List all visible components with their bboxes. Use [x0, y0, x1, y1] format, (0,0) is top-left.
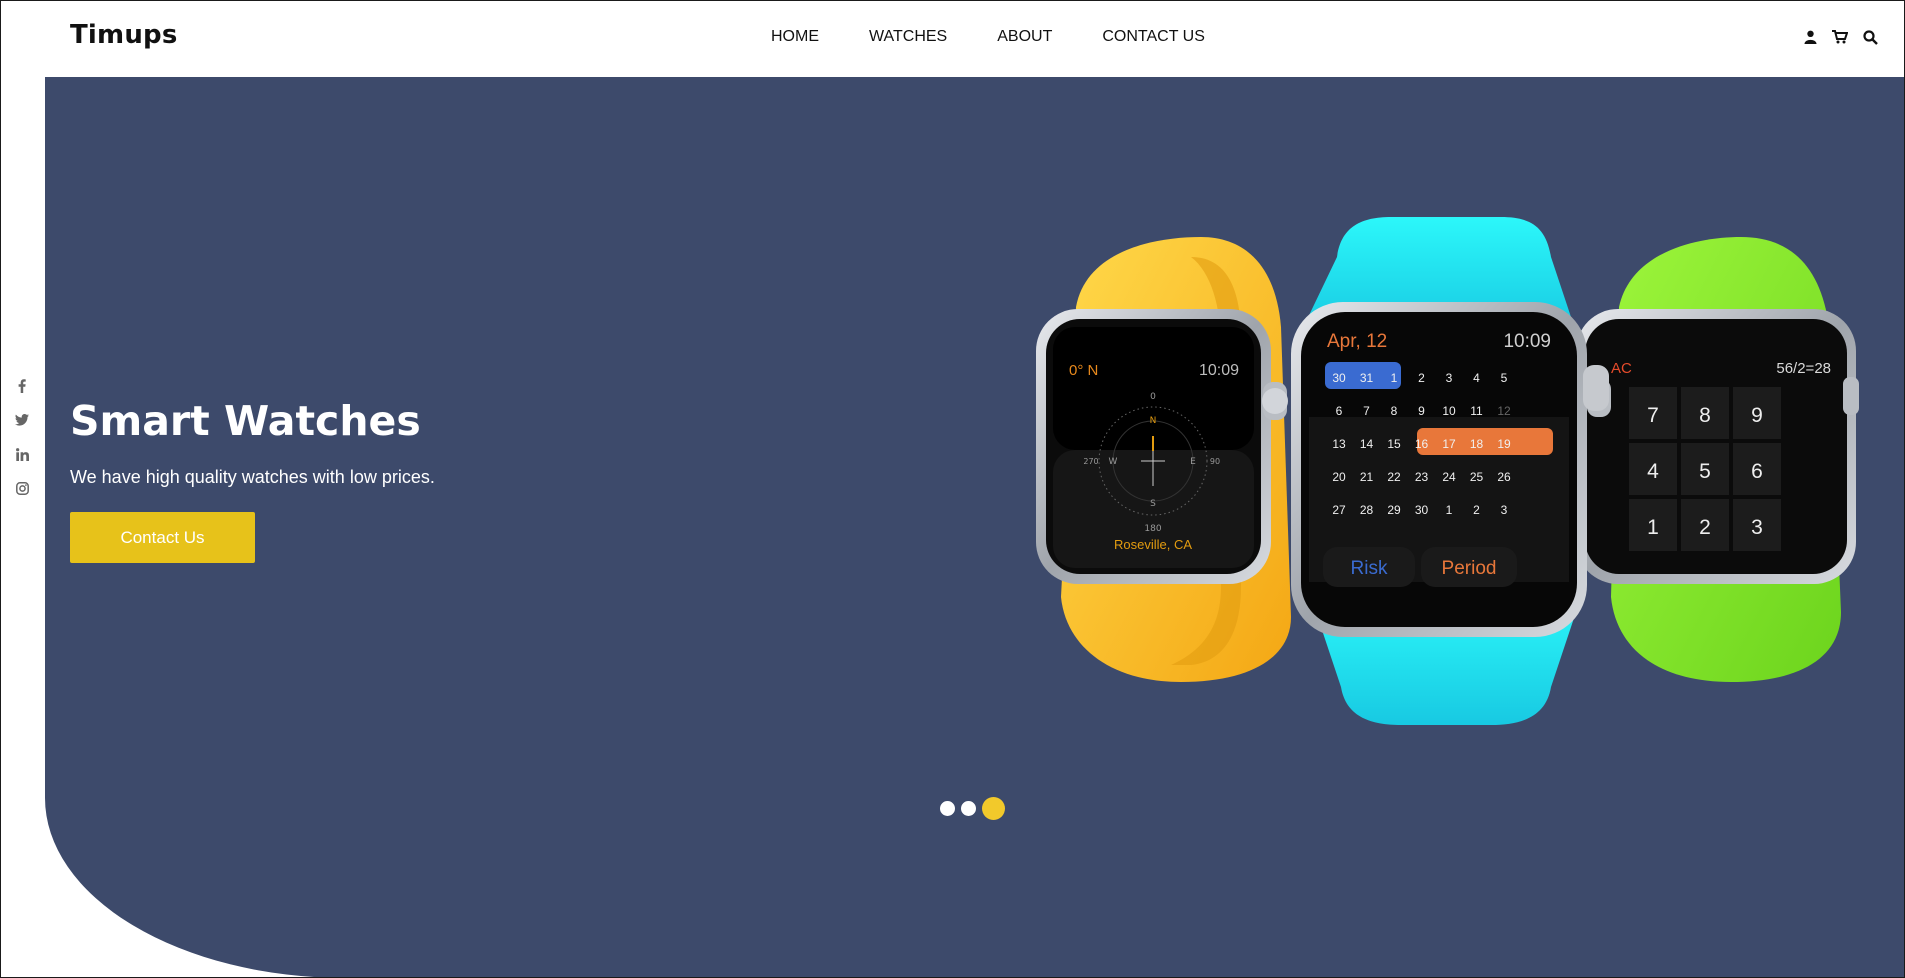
calendar-day: 11 — [1470, 404, 1483, 418]
calendar-day: 4 — [1473, 371, 1480, 385]
calendar-day: 15 — [1387, 437, 1401, 451]
nav-home[interactable]: HOME — [771, 28, 819, 46]
calc-key: 3 — [1751, 516, 1763, 539]
watch-cyan: Apr, 12 10:09 30 31 1 2 3 4 56 7 8 9 10 11 1213 14 15 1… — [1291, 217, 1609, 725]
calendar-day: 6 — [1336, 404, 1343, 418]
period-button: Period — [1442, 558, 1497, 579]
calendar-day: 5 — [1501, 371, 1508, 385]
calendar-day: 10 — [1442, 404, 1456, 418]
calendar-day: 8 — [1391, 404, 1398, 418]
calendar-day: 19 — [1497, 437, 1511, 451]
calc-key: 7 — [1647, 404, 1659, 427]
hero-subtitle: We have high quality watches with low pr… — [70, 467, 435, 487]
calendar-day: 26 — [1497, 470, 1511, 484]
center-watch-time: 10:09 — [1503, 331, 1551, 352]
calendar-day: 3 — [1446, 371, 1453, 385]
linkedin-icon[interactable] — [12, 444, 32, 464]
calendar-date: Apr, 12 — [1327, 331, 1387, 352]
svg-text:N: N — [1150, 416, 1157, 426]
watch-yellow: N W E S 0 180 270 90 0° N 10:09 Rosevill… — [1036, 237, 1291, 682]
calc-key: 8 — [1699, 404, 1711, 427]
calendar-day: 1 — [1391, 371, 1398, 385]
calendar-day: 21 — [1360, 470, 1374, 484]
heading-readout: 0° N — [1069, 362, 1098, 379]
svg-text:270: 270 — [1083, 457, 1098, 466]
calendar-day: 25 — [1470, 470, 1484, 484]
search-icon[interactable] — [1861, 28, 1879, 46]
calendar-day: 14 — [1360, 437, 1374, 451]
facebook-icon[interactable] — [12, 376, 32, 396]
header-icons — [1801, 28, 1879, 46]
calendar-day: 9 — [1418, 404, 1425, 418]
hero-banner: Smart Watches We have high quality watch… — [45, 77, 1905, 978]
svg-text:W: W — [1109, 457, 1118, 467]
calendar-day: 13 — [1332, 437, 1346, 451]
calendar-day: 27 — [1332, 503, 1346, 517]
carousel-dots — [940, 797, 1005, 820]
calendar-day: 20 — [1332, 470, 1346, 484]
calendar-day: 18 — [1470, 437, 1484, 451]
calendar-day: 3 — [1501, 503, 1508, 517]
calc-key: 5 — [1699, 460, 1711, 483]
calendar-day: 22 — [1387, 470, 1401, 484]
nav-contact-us[interactable]: CONTACT US — [1102, 28, 1205, 46]
location-label: Roseville, CA — [1114, 537, 1192, 552]
calc-key: 1 — [1647, 516, 1659, 539]
user-icon[interactable] — [1801, 28, 1819, 46]
calc-ac: AC — [1611, 360, 1632, 377]
calc-expression: 56/2=28 — [1776, 360, 1831, 377]
main-nav: HOME WATCHES ABOUT CONTACT US — [771, 28, 1205, 46]
svg-text:E: E — [1190, 457, 1196, 467]
calendar-day: 7 — [1363, 404, 1370, 418]
left-watch-time: 10:09 — [1199, 362, 1239, 379]
calendar-day: 12 — [1497, 404, 1511, 418]
calc-key: 4 — [1647, 460, 1659, 483]
calendar-day: 1 — [1446, 503, 1453, 517]
instagram-icon[interactable] — [12, 478, 32, 498]
watch-green: AC 56/2=28 7 8 9 4 5 6 1 2 3 — [1576, 237, 1859, 682]
hero-title: Smart Watches — [70, 397, 421, 445]
calendar-day: 23 — [1415, 470, 1429, 484]
smart-watches-image: N W E S 0 180 270 90 0° N 10:09 Rosevill… — [1036, 217, 1859, 725]
calendar-day: 28 — [1360, 503, 1374, 517]
carousel-dot-3[interactable] — [982, 797, 1005, 820]
site-header: Timups HOME WATCHES ABOUT CONTACT US — [0, 0, 1905, 77]
nav-about[interactable]: ABOUT — [997, 28, 1052, 46]
site-logo[interactable]: Timups — [70, 20, 178, 50]
carousel-dot-1[interactable] — [940, 801, 955, 816]
svg-text:180: 180 — [1144, 524, 1161, 534]
calendar-day: 2 — [1418, 371, 1425, 385]
calendar-day: 31 — [1360, 371, 1374, 385]
contact-us-button[interactable]: Contact Us — [70, 512, 255, 563]
calendar-day: 30 — [1332, 371, 1346, 385]
calendar-day: 24 — [1442, 470, 1456, 484]
nav-watches[interactable]: WATCHES — [869, 28, 947, 46]
carousel-dot-2[interactable] — [961, 801, 976, 816]
risk-button: Risk — [1351, 558, 1388, 579]
twitter-icon[interactable] — [12, 410, 32, 430]
calc-key: 2 — [1699, 516, 1711, 539]
svg-text:S: S — [1150, 499, 1156, 509]
calendar-day: 16 — [1415, 437, 1429, 451]
calendar-day: 2 — [1473, 503, 1480, 517]
calc-key: 9 — [1751, 404, 1763, 427]
calendar-day: 17 — [1442, 437, 1456, 451]
social-links — [12, 376, 32, 498]
calculator-keypad: 7 8 9 4 5 6 1 2 3 — [1629, 387, 1781, 551]
calendar-day: 30 — [1415, 503, 1429, 517]
svg-text:90: 90 — [1210, 457, 1220, 466]
calc-key: 6 — [1751, 460, 1763, 483]
calendar-day: 29 — [1387, 503, 1401, 517]
svg-text:0: 0 — [1150, 392, 1156, 402]
cart-icon[interactable] — [1831, 28, 1849, 46]
